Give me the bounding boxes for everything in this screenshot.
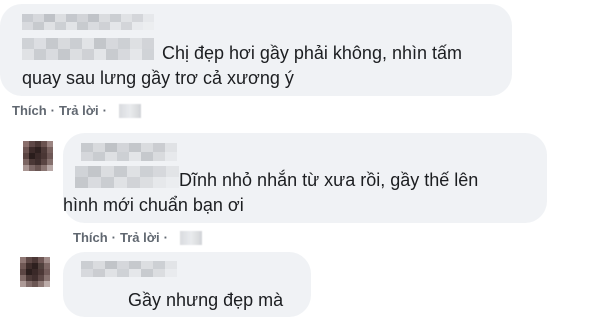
like-link[interactable]: Thích (12, 103, 47, 118)
comment-text-line-2: hình mới chuẩn bạn ơi (63, 195, 244, 215)
separator-dot: · (163, 230, 168, 245)
like-link[interactable]: Thích (73, 230, 108, 245)
reply-link[interactable]: Trả lời (59, 103, 99, 118)
blurred-timestamp[interactable] (118, 103, 141, 118)
comment-bubble-3: Gầy nhưng đẹp mà (63, 252, 311, 317)
blurred-timestamp[interactable] (179, 230, 202, 245)
blurred-mention[interactable] (75, 166, 179, 188)
avatar[interactable] (20, 257, 50, 287)
comment-text-line-1: Gầy nhưng đẹp mà (128, 290, 284, 310)
separator-dot: · (111, 230, 117, 245)
comment-bubble-1: Chị đẹp hơi gầy phải không, nhìn tấm qua… (0, 4, 512, 96)
comment-actions-1: Thích · Trả lời · (12, 103, 141, 118)
separator-dot: · (102, 103, 107, 118)
comment-bubble-2: Dĩnh nhỏ nhắn từ xưa rồi, gầy thế lên hì… (63, 133, 547, 223)
separator-dot: · (50, 103, 56, 118)
blurred-author-name[interactable] (22, 14, 154, 30)
blurred-mention[interactable] (22, 38, 154, 60)
blurred-author-name[interactable] (81, 143, 177, 161)
comment-text-line-1: Dĩnh nhỏ nhắn từ xưa rồi, gầy thế lên (179, 170, 479, 190)
comment-text-line-1: Chị đẹp hơi gầy phải không, nhìn tấm (162, 43, 462, 63)
reply-link[interactable]: Trả lời (120, 230, 160, 245)
blurred-author-name[interactable] (81, 261, 177, 277)
comment-thread: Chị đẹp hơi gầy phải không, nhìn tấm qua… (0, 0, 600, 319)
comment-text-line-2: quay sau lưng gầy trơ cả xương ý (22, 68, 294, 88)
comment-actions-2: Thích · Trả lời · (73, 230, 202, 245)
avatar[interactable] (23, 141, 53, 171)
